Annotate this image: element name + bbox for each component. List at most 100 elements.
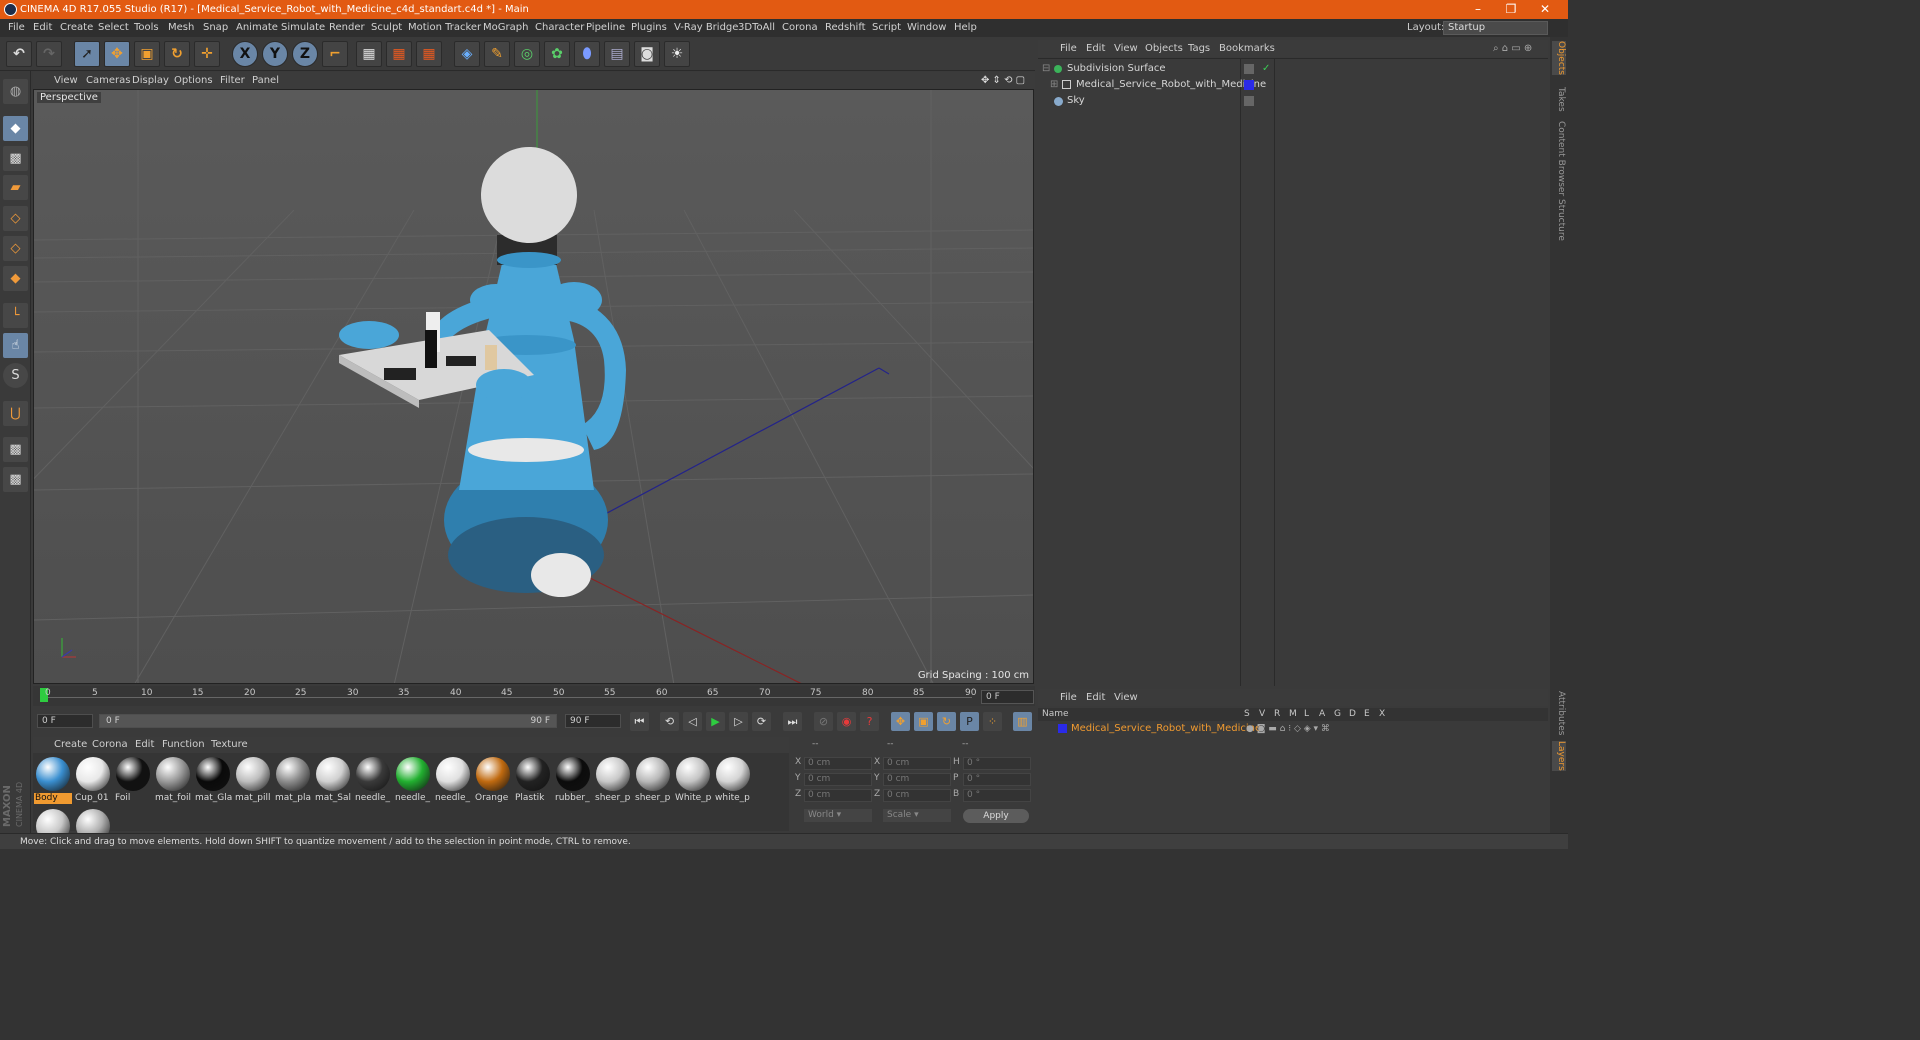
z-axis-lock-button[interactable]: Z: [292, 41, 318, 67]
autokeying-icon[interactable]: ?: [860, 712, 879, 731]
texture-mode-icon[interactable]: ▩: [3, 146, 28, 171]
recent-tool-icon[interactable]: ✛: [194, 41, 220, 67]
material-swatch[interactable]: Orange: [474, 755, 512, 803]
material-swatch[interactable]: Plastik: [514, 755, 552, 803]
menu-create[interactable]: Create: [60, 19, 93, 37]
layer-menu-view[interactable]: View: [1114, 689, 1138, 706]
go-to-start-icon[interactable]: ⏮: [630, 712, 649, 731]
key-scale-icon[interactable]: ▣: [914, 712, 933, 731]
object-menu-bookmarks[interactable]: Bookmarks: [1219, 40, 1275, 57]
material-menu-texture[interactable]: Texture: [211, 737, 248, 753]
material-swatch[interactable]: White_p: [674, 755, 712, 803]
cloner-icon[interactable]: ✿: [544, 41, 570, 67]
camera-icon[interactable]: ◙: [634, 41, 660, 67]
floor-icon[interactable]: ▤: [604, 41, 630, 67]
tweak-mode-icon[interactable]: ☝: [3, 333, 28, 358]
size-field[interactable]: 0 cm: [883, 757, 951, 770]
size-field[interactable]: 0 cm: [883, 789, 951, 802]
menu-select[interactable]: Select: [98, 19, 129, 37]
next-key-icon[interactable]: ⟳: [752, 712, 771, 731]
model-mode-icon[interactable]: ◆: [3, 116, 28, 141]
end-frame-field[interactable]: 90 F: [565, 714, 621, 728]
menu-window[interactable]: Window: [907, 19, 946, 37]
material-swatch[interactable]: needle_: [434, 755, 472, 803]
record-active-objects-icon[interactable]: ◉: [837, 712, 856, 731]
tab-layers[interactable]: Layers: [1552, 741, 1566, 771]
viewport-menu-filter[interactable]: Filter: [220, 72, 245, 89]
close-button[interactable]: ✕: [1522, 0, 1568, 19]
object-menu-objects[interactable]: Objects: [1145, 40, 1183, 57]
step-back-icon[interactable]: ◁: [683, 712, 702, 731]
tab-objects[interactable]: Objects: [1552, 41, 1566, 76]
key-position-icon[interactable]: ✥: [891, 712, 910, 731]
material-swatch[interactable]: sheer_p: [634, 755, 672, 803]
snap-icon[interactable]: S: [3, 363, 28, 388]
material-swatch[interactable]: white_p: [714, 755, 752, 803]
object-row-subdivision-surface[interactable]: ⊟ Subdivision Surface ✓: [1038, 61, 1548, 77]
expand-icon[interactable]: ⊞: [1050, 77, 1058, 93]
material-menu-edit[interactable]: Edit: [135, 737, 154, 753]
menu-vray-bridge[interactable]: V-Ray Bridge: [674, 19, 738, 37]
tab-takes[interactable]: Takes: [1552, 87, 1566, 112]
render-picture-viewer-icon[interactable]: ▦: [386, 41, 412, 67]
material-menu-create[interactable]: Create: [54, 737, 87, 753]
layer-row[interactable]: Medical_Service_Robot_with_Medicine ● ◙ …: [1038, 721, 1548, 737]
menu-pipeline[interactable]: Pipeline: [586, 19, 625, 37]
menu-3dtoall[interactable]: 3DToAll: [738, 19, 775, 37]
material-menu-corona[interactable]: Corona: [92, 737, 128, 753]
key-parameter-icon[interactable]: P: [960, 712, 979, 731]
object-row-sky[interactable]: Sky: [1038, 93, 1548, 109]
start-frame-field[interactable]: 0 F: [37, 714, 93, 728]
menu-sculpt[interactable]: Sculpt: [371, 19, 402, 37]
menu-mesh[interactable]: Mesh: [168, 19, 194, 37]
record-keys-off-icon[interactable]: ⊘: [814, 712, 833, 731]
object-menu-tags[interactable]: Tags: [1188, 40, 1210, 57]
menu-motion-tracker[interactable]: Motion Tracker: [408, 19, 481, 37]
layer-color-swatch[interactable]: [1058, 724, 1067, 733]
key-rotation-icon[interactable]: ↻: [937, 712, 956, 731]
material-menu-function[interactable]: Function: [162, 737, 205, 753]
scale-tool-icon[interactable]: ▣: [134, 41, 160, 67]
tab-structure[interactable]: Structure: [1552, 199, 1566, 241]
tab-attributes[interactable]: Attributes: [1552, 691, 1566, 735]
render-view-icon[interactable]: ▦: [356, 41, 382, 67]
frame-range-slider[interactable]: 0 F 90 F: [99, 714, 557, 728]
menu-animate[interactable]: Animate: [236, 19, 278, 37]
perspective-viewport[interactable]: Perspective Grid Spacing : 100 cm: [33, 89, 1034, 684]
menu-render[interactable]: Render: [329, 19, 365, 37]
menu-plugins[interactable]: Plugins: [631, 19, 667, 37]
axis-mode-icon[interactable]: └: [3, 303, 28, 328]
menu-edit[interactable]: Edit: [33, 19, 52, 37]
visibility-icon[interactable]: [1244, 64, 1254, 74]
size-field[interactable]: 0 cm: [883, 773, 951, 786]
magnet-icon[interactable]: ⋃: [3, 401, 28, 426]
material-swatch[interactable]: mat_foil: [154, 755, 192, 803]
object-row-robot[interactable]: ⊞ Medical_Service_Robot_with_Medicine: [1038, 77, 1548, 93]
material-swatch[interactable]: needle_: [354, 755, 392, 803]
rotation-field[interactable]: 0 °: [963, 757, 1031, 770]
object-menu-edit[interactable]: Edit: [1086, 40, 1105, 57]
rotation-field[interactable]: 0 °: [963, 789, 1031, 802]
viewport-menu-cameras[interactable]: Cameras: [86, 72, 130, 89]
apply-button[interactable]: Apply: [963, 809, 1029, 823]
menu-mograph[interactable]: MoGraph: [483, 19, 528, 37]
viewport-menu-display[interactable]: Display: [132, 72, 169, 89]
material-swatch[interactable]: sheer_p: [594, 755, 632, 803]
position-field[interactable]: 0 cm: [804, 789, 872, 802]
key-pla-icon[interactable]: ⁘: [983, 712, 1002, 731]
previous-key-icon[interactable]: ⟲: [660, 712, 679, 731]
move-tool-icon[interactable]: ✥: [104, 41, 130, 67]
workplane-lock-icon[interactable]: ▩: [3, 437, 28, 462]
coordinate-system-icon[interactable]: ⌐: [322, 41, 348, 67]
timeline-ruler[interactable]: 0 5 10 15 20 25 30 35 40 45 50 55 60 65 …: [33, 686, 1035, 706]
points-mode-icon[interactable]: ◇: [3, 206, 28, 231]
viewport-menu-options[interactable]: Options: [174, 72, 213, 89]
position-field[interactable]: 0 cm: [804, 757, 872, 770]
menu-script[interactable]: Script: [872, 19, 901, 37]
object-manager-search-icon[interactable]: ⌕ ⌂ ▭ ⊕: [1493, 40, 1532, 57]
deformer-icon[interactable]: ⬮: [574, 41, 600, 67]
object-menu-view[interactable]: View: [1114, 40, 1138, 57]
timeline-window-icon[interactable]: ▥: [1013, 712, 1032, 731]
menu-character[interactable]: Character: [535, 19, 584, 37]
light-icon[interactable]: ☀: [664, 41, 690, 67]
